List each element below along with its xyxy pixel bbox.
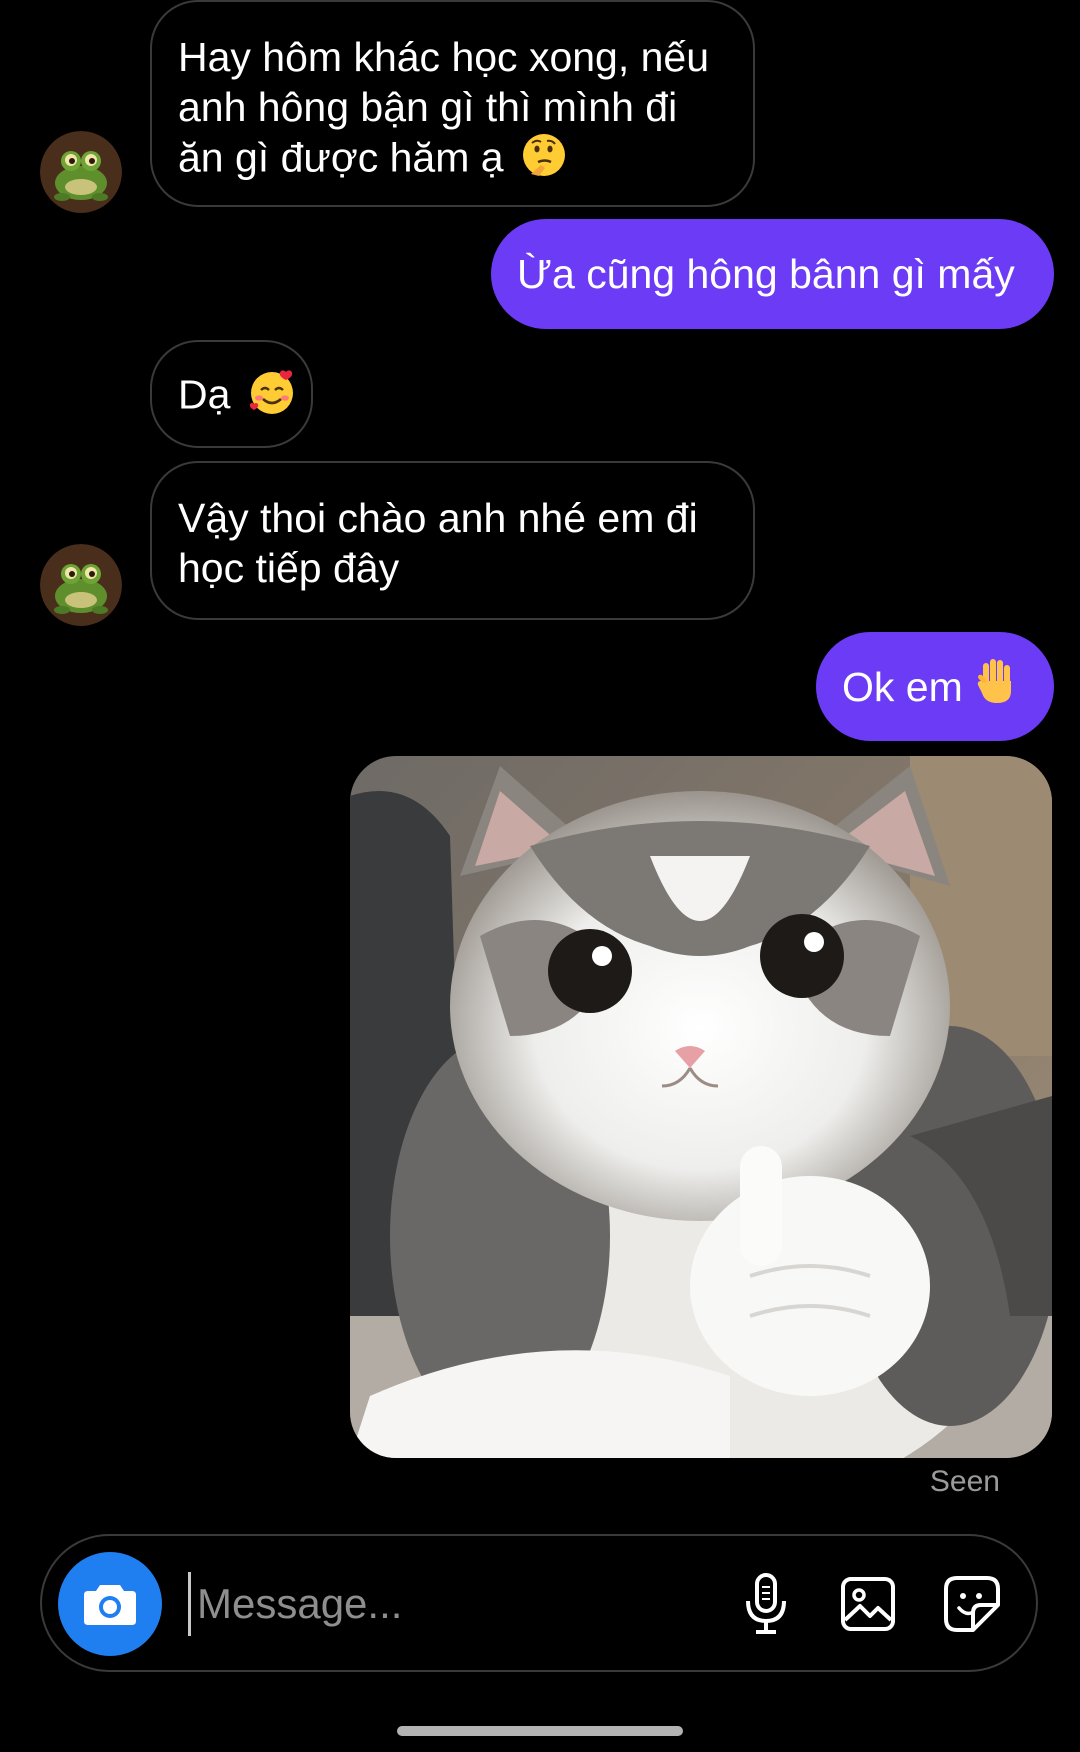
camera-button[interactable]	[58, 1552, 162, 1656]
gallery-icon	[841, 1577, 895, 1631]
message-text: Ừa cũng hông bânn gì mấy	[517, 251, 1015, 297]
received-message-bubble[interactable]: Dạ	[150, 340, 313, 448]
sent-message-bubble[interactable]: Ừa cũng hông bânn gì mấy	[491, 219, 1054, 329]
received-message-bubble[interactable]: Vậy thoi chào anh nhé em đi học tiếp đây	[150, 461, 755, 620]
home-indicator[interactable]	[397, 1726, 683, 1736]
message-text-line: ăn gì được hăm ạ	[178, 134, 504, 181]
message-text-line: học tiếp đây	[178, 545, 400, 591]
message-composer	[40, 1534, 1038, 1672]
frog-avatar-icon	[40, 544, 122, 626]
frog-avatar-icon	[40, 131, 122, 213]
gallery-button[interactable]	[834, 1570, 902, 1638]
camera-icon	[84, 1585, 136, 1625]
message-input[interactable]	[188, 1572, 717, 1636]
message-text: Ok em	[842, 663, 963, 710]
seen-status: Seen	[929, 1465, 1000, 1498]
thinking-face-icon	[521, 132, 567, 189]
smiling-face-with-hearts-icon	[248, 368, 296, 427]
received-message-bubble[interactable]: Hay hôm khác học xong, nếu anh hông bận …	[150, 0, 755, 207]
contact-avatar[interactable]	[40, 131, 122, 213]
voice-message-button[interactable]	[732, 1570, 800, 1638]
sticker-button[interactable]	[938, 1570, 1006, 1638]
message-text-line: anh hông bận gì thì mình đi	[178, 84, 678, 130]
sticker-icon	[944, 1576, 1000, 1632]
microphone-icon	[746, 1573, 786, 1634]
sent-photo-kitten[interactable]	[350, 756, 1052, 1458]
message-text: Dạ	[178, 371, 231, 418]
sent-message-bubble[interactable]: Ok em	[816, 632, 1054, 741]
message-text-line: Vậy thoi chào anh nhé em đi	[178, 495, 698, 541]
contact-avatar[interactable]	[40, 544, 122, 626]
message-text-line: Hay hôm khác học xong, nếu	[178, 34, 710, 80]
kitten-thumbs-up-image	[350, 756, 1052, 1458]
raised-hand-icon	[977, 657, 1017, 716]
